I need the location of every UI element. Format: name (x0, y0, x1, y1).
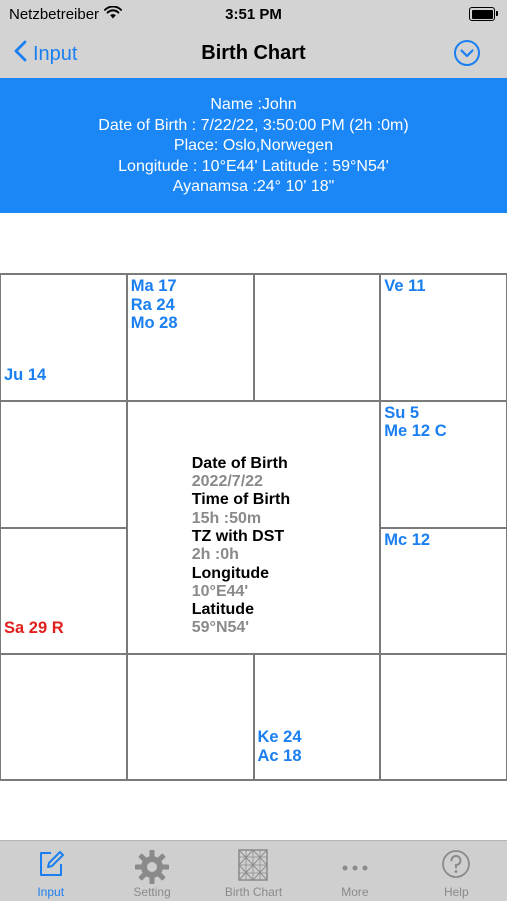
dob-label: Date of Birth (191, 454, 288, 472)
tab-input[interactable]: Input (0, 841, 101, 901)
latitude-label: Latitude (191, 601, 254, 619)
tab-label: Input (37, 885, 65, 899)
tab-label: Birth Chart (224, 885, 283, 899)
banner-name: Name :John (210, 96, 297, 113)
more-icon (340, 859, 370, 877)
chart-house-r3c1 (126, 654, 254, 781)
longitude-label: Longitude (191, 564, 270, 582)
chevron-left-icon (14, 40, 27, 68)
tab-label: Help (443, 885, 469, 899)
birth-info-banner: Name :John Date of Birth : 7/22/22, 3:50… (0, 78, 507, 213)
back-label: Input (33, 42, 78, 65)
chart-center-panel: Date of Birth 2022/7/22 Time of Birth 15… (126, 400, 381, 655)
planet-label: Mo 28 (130, 314, 178, 332)
chart-grid-icon (238, 849, 269, 886)
chart-house-r0c1: Ma 17 Ra 24 Mo 28 (126, 274, 254, 401)
tob-value: 15h :50m (191, 509, 262, 527)
back-button[interactable]: Input (14, 40, 77, 68)
planet-label: Su 5 (384, 403, 420, 422)
dob-value: 2022/7/22 (191, 473, 263, 491)
edit-icon (36, 849, 66, 884)
chart-house-r0c3: Ve 11 (380, 274, 507, 401)
tob-label: Time of Birth (191, 491, 291, 509)
tab-label: Setting (133, 885, 171, 899)
tz-value: 2h :0h (191, 546, 239, 564)
planet-label: Ke 24 Ac 18 (257, 728, 302, 765)
tab-label: More (341, 885, 369, 899)
status-time: 3:51 PM (225, 6, 282, 23)
help-icon (441, 849, 471, 884)
tab-help[interactable]: Help (406, 841, 507, 901)
center-info: Date of Birth 2022/7/22 Time of Birth 15… (192, 455, 290, 638)
chart-house-r0c0: Ju 14 (0, 274, 127, 401)
banner-place: Place: Oslo,Norwegen (173, 137, 334, 154)
banner-ayanamsa: Ayanamsa :24° 10' 18" (172, 178, 335, 195)
chevron-down-circle-icon[interactable] (453, 39, 481, 72)
planet-label-retrograde: Sa 29 R (4, 619, 64, 638)
tab-bar: Input Setting Birth Chart More Help (0, 840, 507, 901)
chart-house-r2c3: Mc 12 (380, 527, 507, 655)
planet-list: Su 5 Me 12 C (384, 404, 446, 441)
planet-label: Ju 14 (4, 365, 47, 384)
planet-label: Mc 12 (384, 530, 431, 549)
planet-list: Mc 12 (384, 531, 430, 550)
planet-label: Ve 11 (384, 277, 426, 295)
banner-dob: Date of Birth : 7/22/22, 3:50:00 PM (2h … (98, 116, 409, 134)
gear-icon (134, 849, 170, 890)
status-bar: Netzbetreiber 3:51 PM (0, 0, 507, 30)
tab-birth-chart[interactable]: Birth Chart (203, 841, 304, 901)
planet-label: Ma 17 (130, 277, 177, 295)
navigation-bar: Input Birth Chart (0, 30, 507, 79)
planet-label: Me 12 C (384, 422, 447, 441)
chart-house-r1c3: Su 5 Me 12 C (380, 400, 507, 528)
tab-more[interactable]: More (304, 841, 405, 901)
tab-setting[interactable]: Setting (101, 841, 202, 901)
planet-label: Ra 24 (130, 295, 175, 314)
latitude-value: 59°N54' (191, 619, 250, 637)
chart-house-r3c2: Ke 24 Ac 18 (253, 654, 381, 781)
chart-house-r1c0 (0, 400, 127, 528)
chart-house-r2c0: Sa 29 R (0, 527, 127, 655)
birth-chart-grid: Ju 14 Ma 17 Ra 24 Mo 28 Ve 11 Su 5 Me 12… (0, 273, 507, 781)
planet-list: Ve 11 (384, 277, 425, 296)
chart-house-r3c3 (380, 654, 507, 781)
longitude-value: 10°E44' (191, 582, 249, 600)
planet-list: Ma 17 Ra 24 Mo 28 (131, 277, 178, 333)
banner-coords: Longitude : 10°E44' Latitude : 59°N54' (118, 157, 389, 175)
chart-house-r0c2 (253, 274, 381, 401)
battery-icon (469, 7, 498, 21)
tz-label: TZ with DST (191, 527, 285, 545)
chart-house-r3c0 (0, 654, 127, 781)
